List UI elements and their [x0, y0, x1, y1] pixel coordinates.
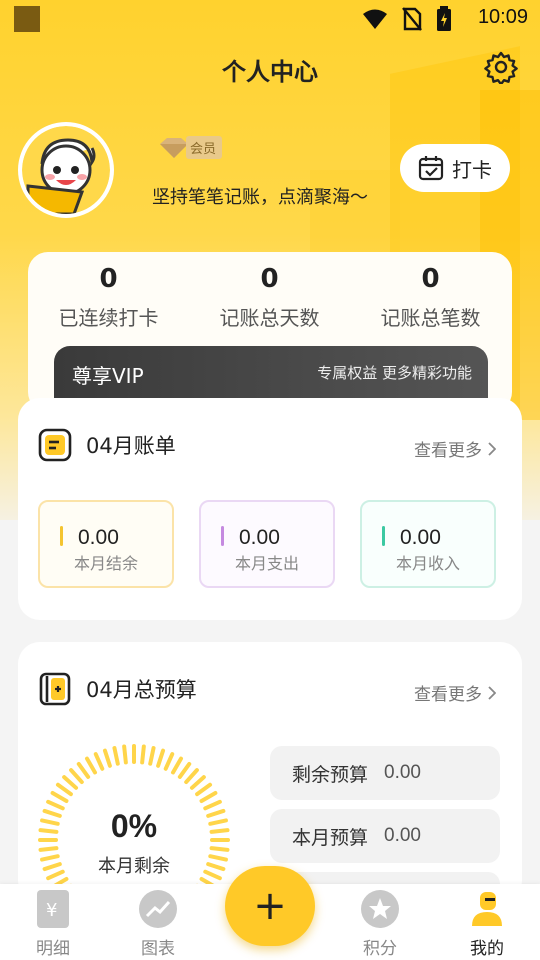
stat-value: 0	[421, 264, 440, 294]
gauge-tick	[163, 752, 175, 771]
bill-title: 04月账单	[86, 434, 176, 458]
budget-row-value: 0.00	[384, 762, 421, 783]
gauge-tick	[148, 746, 156, 766]
bill-income[interactable]: 0.00 本月收入	[360, 500, 496, 588]
no-sim-icon	[402, 7, 422, 31]
budget-title: 04月总预算	[86, 678, 197, 702]
stat-total-days[interactable]: 0 记账总天数	[189, 262, 350, 331]
stat-streak[interactable]: 0 已连续打卡	[28, 262, 189, 331]
svg-text:¥: ¥	[46, 900, 57, 921]
monthly-bill-card: 04月账单 查看更多 0.00 本月结余 0.00 本月支出 0.00 本月收入	[18, 398, 522, 620]
chevron-right-icon	[488, 685, 496, 700]
bill-label: 本月结余	[74, 554, 139, 573]
budget-row-label: 本月预算	[292, 826, 369, 849]
bill-value: 0.00	[78, 526, 119, 549]
app-status-icon	[14, 6, 40, 32]
gauge-tick	[62, 775, 79, 790]
add-record-button[interactable]: +	[225, 866, 315, 946]
bill-label: 本月支出	[235, 554, 300, 573]
vip-badge[interactable]: 会员	[158, 136, 223, 159]
nav-points[interactable]: 积分	[340, 890, 420, 959]
stat-total-entries[interactable]: 0 记账总笔数	[350, 262, 511, 331]
bill-more-link[interactable]: 查看更多	[414, 436, 496, 461]
clock: 10:09	[477, 6, 528, 28]
gauge-tick	[195, 782, 213, 797]
gauge-tick	[184, 768, 199, 785]
stat-value: 0	[99, 264, 118, 294]
gauge-tick	[177, 761, 192, 779]
vip-banner-title: 尊享VIP	[72, 364, 144, 388]
gauge-tick	[69, 768, 84, 785]
nav-label: 明细	[36, 939, 70, 959]
mascot-icon	[22, 126, 110, 214]
bill-label: 本月收入	[396, 554, 461, 573]
vip-banner-desc: 专属权益 更多精彩功能	[317, 364, 472, 382]
checkin-button[interactable]: 打卡	[400, 144, 510, 192]
vip-banner[interactable]: 尊享VIP 专属权益 更多精彩功能	[54, 346, 488, 402]
nav-label: 积分	[363, 939, 397, 959]
stat-value: 0	[260, 264, 279, 294]
chart-icon	[139, 890, 177, 928]
budget-card: 04月总预算 查看更多 0% 本月剩余 剩余预算 0.00 本月预算 0.00	[18, 642, 522, 936]
budget-month-row[interactable]: 本月预算 0.00	[270, 809, 500, 863]
bill-value: 0.00	[239, 526, 280, 549]
profile-motto: 坚持笔笔记账，点滴聚海～	[152, 187, 368, 208]
more-label: 查看更多	[414, 441, 482, 461]
vip-tag: 会员	[186, 136, 223, 159]
nav-label: 图表	[141, 939, 175, 959]
checkin-label: 打卡	[452, 157, 492, 182]
star-icon	[361, 890, 399, 928]
nav-label: 我的	[470, 939, 504, 959]
battery-icon	[437, 6, 451, 31]
page-title: 个人中心	[222, 58, 318, 86]
gauge-tick	[171, 756, 183, 775]
gauge-tick	[156, 748, 166, 768]
ledger-icon: ¥	[37, 890, 69, 928]
gauge-tick	[112, 746, 120, 766]
gauge-tick	[76, 761, 91, 779]
gear-icon[interactable]	[484, 50, 518, 84]
chevron-right-icon	[488, 441, 496, 456]
budget-row-label: 剩余预算	[292, 763, 369, 786]
calendar-check-icon	[418, 156, 444, 181]
stat-label: 记账总天数	[219, 306, 320, 330]
gauge-tick	[189, 775, 206, 790]
nav-chart[interactable]: 图表	[118, 890, 198, 959]
wifi-icon	[363, 9, 387, 29]
nav-ledger[interactable]: ¥ 明细	[13, 890, 93, 959]
bill-expense[interactable]: 0.00 本月支出	[199, 500, 335, 588]
status-bar: 10:09	[0, 0, 540, 36]
budget-percent: 0%	[110, 808, 158, 844]
gauge-tick	[209, 846, 230, 852]
budget-percent-caption: 本月剩余	[98, 856, 170, 877]
bill-icon	[38, 428, 72, 462]
profile-icon	[468, 890, 506, 928]
budget-more-link[interactable]: 查看更多	[414, 680, 496, 705]
gauge-tick	[93, 752, 105, 771]
budget-book-icon	[39, 672, 71, 706]
nav-mine[interactable]: 我的	[447, 890, 527, 959]
stat-label: 已连续打卡	[58, 306, 159, 330]
gauge-tick	[102, 748, 112, 768]
gauge-tick	[38, 846, 59, 852]
avatar[interactable]	[18, 122, 114, 218]
stat-label: 记账总笔数	[380, 306, 481, 330]
bill-value: 0.00	[400, 526, 441, 549]
gauge-tick	[50, 791, 69, 803]
gauge-tick	[140, 744, 146, 765]
budget-remaining-row[interactable]: 剩余预算 0.00	[270, 746, 500, 800]
gauge-tick	[55, 782, 73, 797]
more-label: 查看更多	[414, 685, 482, 705]
gauge-tick	[85, 756, 97, 775]
budget-row-value: 0.00	[384, 825, 421, 846]
gauge-tick	[199, 791, 218, 803]
gauge-tick	[122, 744, 128, 765]
bill-balance[interactable]: 0.00 本月结余	[38, 500, 174, 588]
